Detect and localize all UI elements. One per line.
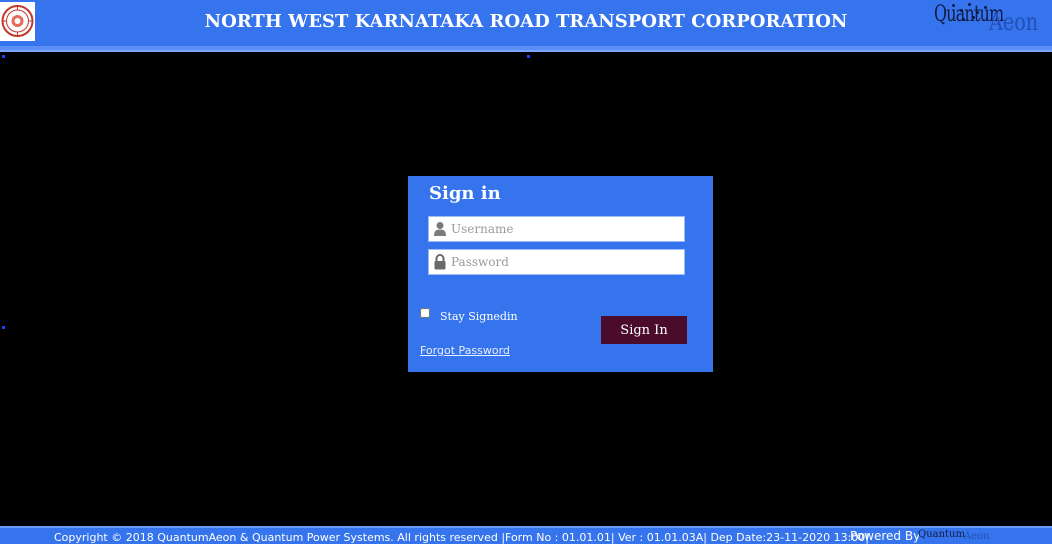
quantumaeon-logo: Quantum Aeon [932, 0, 1052, 44]
password-field[interactable] [428, 249, 685, 275]
footer-bar: Copyright © 2018 QuantumAeon & Quantum P… [0, 526, 1052, 544]
stay-signed-in-label: Stay Signedin [440, 310, 518, 323]
logo-text-aeon: Aeon [989, 8, 1039, 36]
footer-powered-by: Powered By [850, 529, 921, 543]
lock-icon [433, 254, 447, 270]
page-marker [2, 326, 5, 329]
forgot-password-link[interactable]: Forgot Password [420, 344, 510, 357]
signin-title: Sign in [429, 183, 501, 204]
page-marker [527, 55, 530, 58]
sign-in-button[interactable]: Sign In [601, 316, 687, 344]
user-icon [433, 221, 447, 237]
signin-panel: Sign in Stay Signedin Sign In Forgot [408, 176, 713, 372]
password-input[interactable] [451, 250, 681, 274]
footer-quantumaeon-logo: Quantum Aeon [918, 528, 998, 544]
username-field[interactable] [428, 216, 685, 242]
footer-copyright: Copyright © 2018 QuantumAeon & Quantum P… [54, 531, 869, 544]
footer-logo-text-aeon: Aeon [964, 531, 990, 542]
stay-signed-in-checkbox[interactable] [420, 308, 430, 318]
login-page: NORTH WEST KARNATAKA ROAD TRANSPORT CORP… [0, 0, 1052, 544]
header-bar: NORTH WEST KARNATAKA ROAD TRANSPORT CORP… [0, 0, 1052, 50]
username-input[interactable] [451, 217, 681, 241]
page-marker [2, 55, 5, 58]
footer-logo-text-quantum: Quantum [918, 529, 965, 540]
header-title: NORTH WEST KARNATAKA ROAD TRANSPORT CORP… [204, 11, 848, 32]
